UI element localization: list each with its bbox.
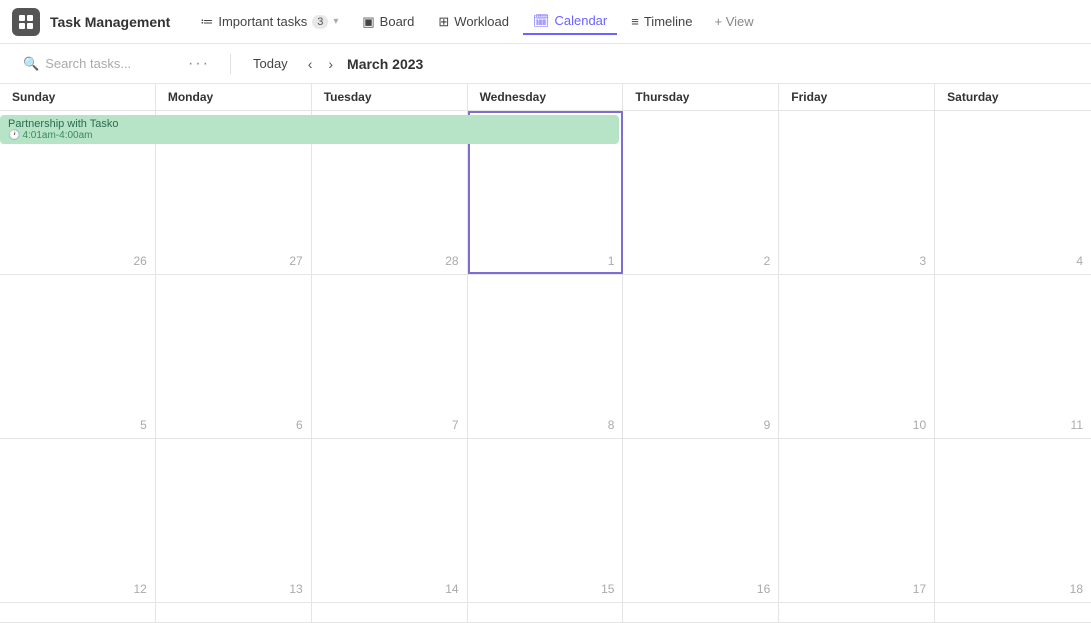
app-title: Task Management bbox=[50, 14, 170, 30]
date-number: 28 bbox=[445, 254, 458, 268]
date-number: 14 bbox=[445, 582, 458, 596]
date-number: 9 bbox=[764, 418, 771, 432]
date-number: 17 bbox=[913, 582, 926, 596]
cell-partial bbox=[623, 603, 779, 622]
add-view-button[interactable]: + View bbox=[707, 10, 762, 33]
prev-month-button[interactable]: ‹ bbox=[302, 53, 319, 75]
date-number: 5 bbox=[140, 418, 147, 432]
cell-partial bbox=[156, 603, 312, 622]
tab-timeline[interactable]: ≡ Timeline bbox=[621, 10, 702, 33]
calendar-header: Sunday Monday Tuesday Wednesday Thursday… bbox=[0, 84, 1091, 111]
tab-workload[interactable]: ⊞ Workload bbox=[428, 10, 519, 34]
date-number: 3 bbox=[919, 254, 926, 268]
cell-partial bbox=[312, 603, 468, 622]
current-month-label: March 2023 bbox=[347, 56, 423, 72]
cell-partial bbox=[468, 603, 624, 622]
cell-partial bbox=[0, 603, 156, 622]
date-number: 13 bbox=[289, 582, 302, 596]
cell-feb-27[interactable]: 27 bbox=[156, 111, 312, 274]
cell-mar-8[interactable]: 8 bbox=[468, 275, 624, 438]
date-number: 18 bbox=[1070, 582, 1083, 596]
header-tuesday: Tuesday bbox=[312, 84, 468, 110]
search-box[interactable]: 🔍 Search tasks... bbox=[12, 51, 172, 77]
cell-partial bbox=[935, 603, 1091, 622]
next-month-button[interactable]: › bbox=[322, 53, 339, 75]
cell-mar-5[interactable]: 5 bbox=[0, 275, 156, 438]
date-number: 2 bbox=[764, 254, 771, 268]
board-icon: ▣ bbox=[362, 14, 374, 30]
calendar-icon: 🗓 bbox=[533, 13, 550, 29]
calendar-container: Sunday Monday Tuesday Wednesday Thursday… bbox=[0, 84, 1091, 623]
cell-mar-9[interactable]: 9 bbox=[623, 275, 779, 438]
toolbar-divider bbox=[230, 54, 231, 74]
date-nav-controls: Today ‹ › March 2023 bbox=[243, 53, 423, 75]
cell-partial bbox=[779, 603, 935, 622]
cell-mar-1[interactable]: 1 bbox=[468, 111, 624, 274]
top-nav: Task Management ≔ Important tasks 3 ▾ ▣ … bbox=[0, 0, 1091, 44]
date-number: 26 bbox=[133, 254, 146, 268]
date-number: 8 bbox=[608, 418, 615, 432]
tab-calendar[interactable]: 🗓 Calendar bbox=[523, 9, 617, 35]
header-thursday: Thursday bbox=[623, 84, 779, 110]
cell-mar-18[interactable]: 18 bbox=[935, 439, 1091, 602]
cell-mar-4[interactable]: 4 bbox=[935, 111, 1091, 274]
header-friday: Friday bbox=[779, 84, 935, 110]
date-number: 1 bbox=[608, 254, 615, 268]
date-number: 7 bbox=[452, 418, 459, 432]
date-number: 4 bbox=[1076, 254, 1083, 268]
cell-mar-14[interactable]: 14 bbox=[312, 439, 468, 602]
workload-icon: ⊞ bbox=[438, 14, 449, 30]
date-number: 12 bbox=[133, 582, 146, 596]
date-number: 27 bbox=[289, 254, 302, 268]
toolbar: 🔍 Search tasks... ··· Today ‹ › March 20… bbox=[0, 44, 1091, 84]
calendar-body: Partnership with Tasko 🕐 4:01am-4:00am 2… bbox=[0, 111, 1091, 623]
calendar-week-1: Partnership with Tasko 🕐 4:01am-4:00am 2… bbox=[0, 111, 1091, 275]
cell-mar-10[interactable]: 10 bbox=[779, 275, 935, 438]
calendar-week-3: 12 13 14 15 16 17 18 bbox=[0, 439, 1091, 603]
cell-mar-6[interactable]: 6 bbox=[156, 275, 312, 438]
header-monday: Monday bbox=[156, 84, 312, 110]
cell-mar-16[interactable]: 16 bbox=[623, 439, 779, 602]
cell-feb-26[interactable]: 26 bbox=[0, 111, 156, 274]
date-number: 10 bbox=[913, 418, 926, 432]
date-number: 15 bbox=[601, 582, 614, 596]
more-options-button[interactable]: ··· bbox=[180, 51, 218, 77]
header-sunday: Sunday bbox=[0, 84, 156, 110]
cell-mar-11[interactable]: 11 bbox=[935, 275, 1091, 438]
cell-mar-12[interactable]: 12 bbox=[0, 439, 156, 602]
cell-mar-2[interactable]: 2 bbox=[623, 111, 779, 274]
chevron-down-icon: ▾ bbox=[333, 16, 338, 27]
cell-mar-3[interactable]: 3 bbox=[779, 111, 935, 274]
search-placeholder: Search tasks... bbox=[45, 56, 131, 71]
cell-feb-28[interactable]: 28 bbox=[312, 111, 468, 274]
date-number: 11 bbox=[1071, 418, 1083, 432]
timeline-icon: ≡ bbox=[631, 14, 639, 29]
date-number: 6 bbox=[296, 418, 303, 432]
cell-mar-13[interactable]: 13 bbox=[156, 439, 312, 602]
date-number: 16 bbox=[757, 582, 770, 596]
cell-mar-17[interactable]: 17 bbox=[779, 439, 935, 602]
today-button[interactable]: Today bbox=[243, 53, 298, 74]
header-saturday: Saturday bbox=[935, 84, 1091, 110]
app-icon bbox=[12, 8, 40, 36]
tab-board[interactable]: ▣ Board bbox=[352, 10, 424, 34]
tab-important-tasks[interactable]: ≔ Important tasks 3 ▾ bbox=[190, 10, 348, 34]
search-icon: 🔍 bbox=[23, 56, 39, 72]
cell-mar-15[interactable]: 15 bbox=[468, 439, 624, 602]
list-icon: ≔ bbox=[200, 14, 213, 30]
calendar-week-4-partial bbox=[0, 603, 1091, 623]
calendar-week-2: 5 6 7 8 9 10 11 bbox=[0, 275, 1091, 439]
header-wednesday: Wednesday bbox=[468, 84, 624, 110]
cell-mar-7[interactable]: 7 bbox=[312, 275, 468, 438]
